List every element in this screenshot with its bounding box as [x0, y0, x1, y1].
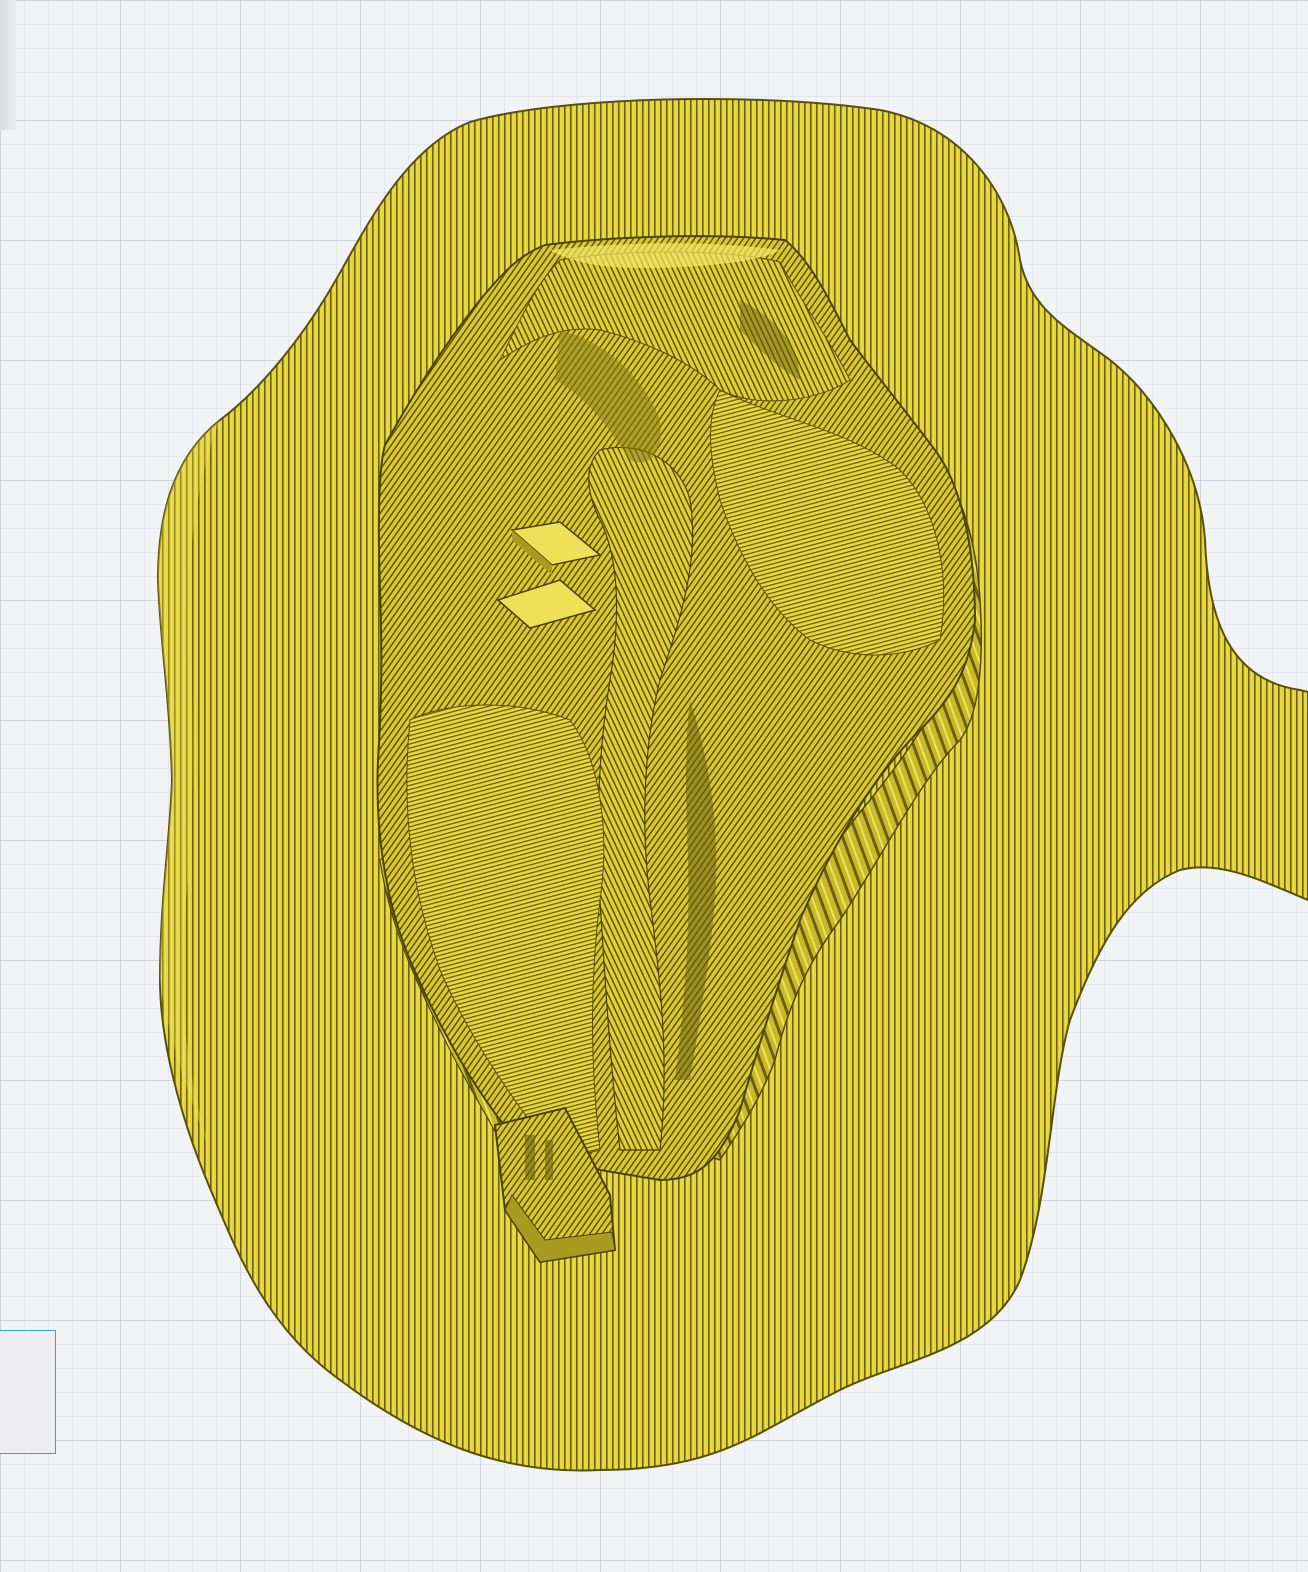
- side-panel-collapsed[interactable]: [0, 1330, 56, 1454]
- left-edge-strip: [0, 0, 16, 130]
- build-plate-scene[interactable]: [0, 0, 1308, 1572]
- 3d-viewport[interactable]: [0, 0, 1308, 1572]
